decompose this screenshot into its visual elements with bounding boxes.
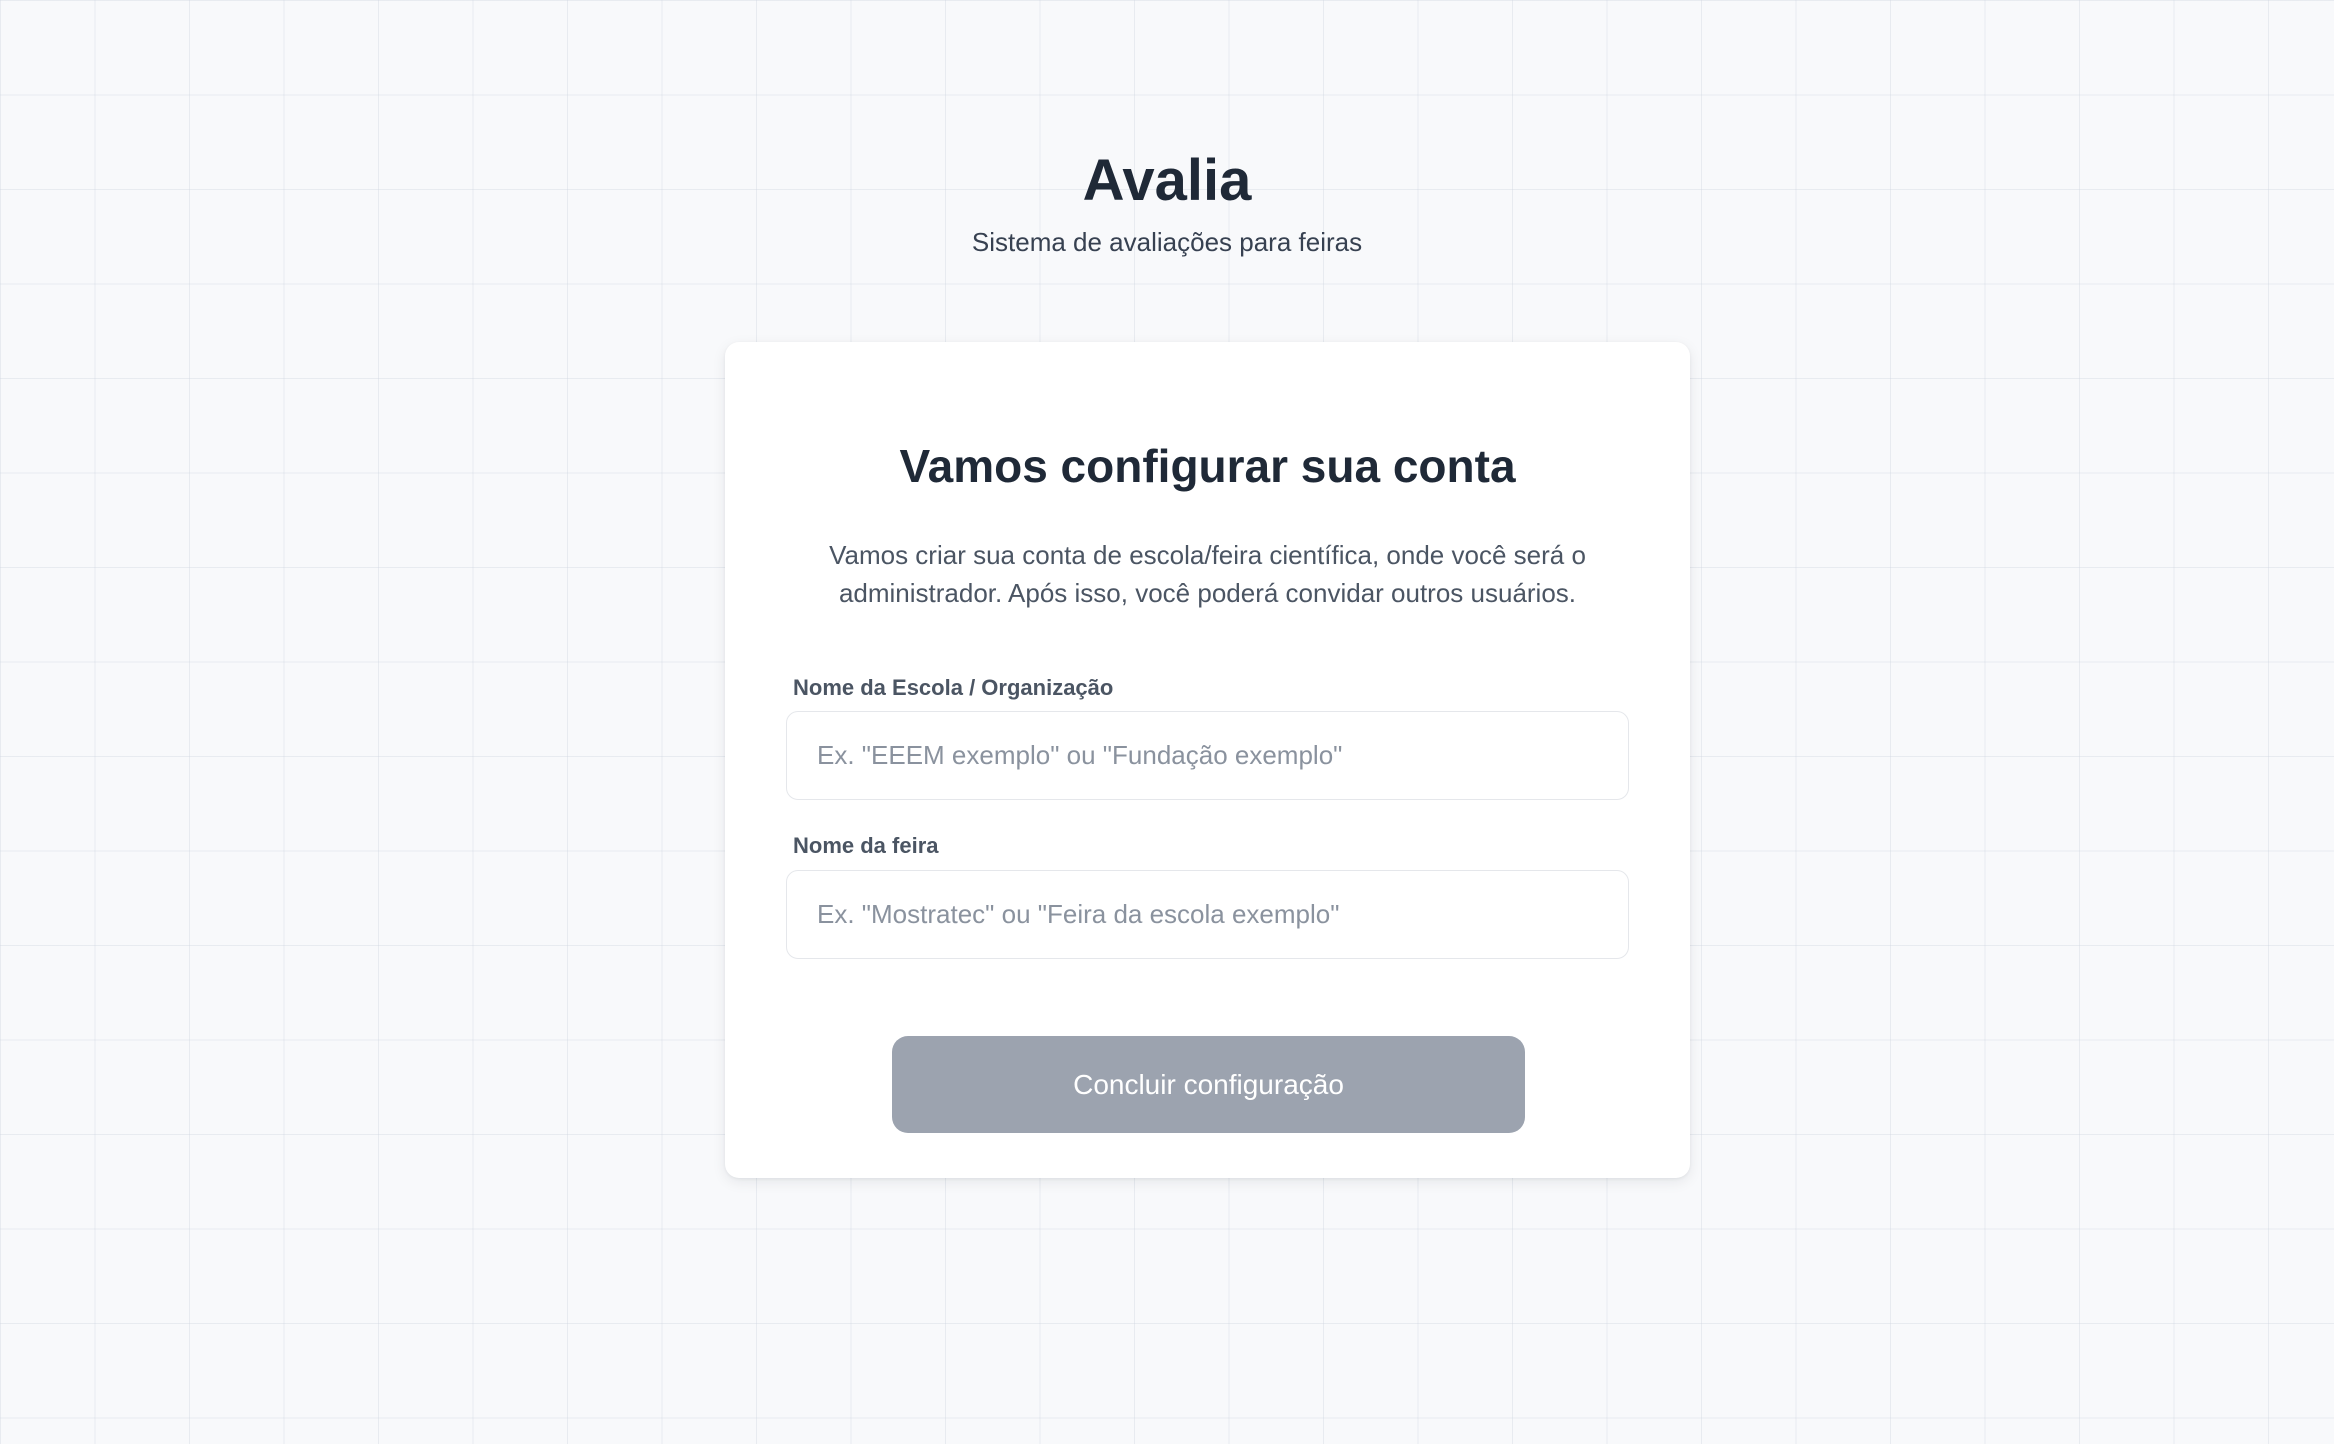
complete-setup-button[interactable]: Concluir configuração	[892, 1036, 1525, 1133]
card-description: Vamos criar sua conta de escola/feira ci…	[829, 540, 1586, 608]
card-title: Vamos configurar sua conta	[899, 440, 1516, 492]
fair-name-input[interactable]	[786, 870, 1629, 959]
app-title: Avalia	[1082, 148, 1252, 213]
school-name-input[interactable]	[786, 711, 1629, 800]
fair-name-label: Nome da feira	[793, 833, 939, 858]
school-name-label: Nome da Escola / Organização	[793, 675, 1114, 700]
setup-card: Vamos configurar sua conta Vamos criar s…	[725, 342, 1690, 1178]
app-header: Avalia Sistema de avaliações para feiras	[0, 148, 2334, 258]
app-subtitle: Sistema de avaliações para feiras	[971, 227, 1363, 257]
